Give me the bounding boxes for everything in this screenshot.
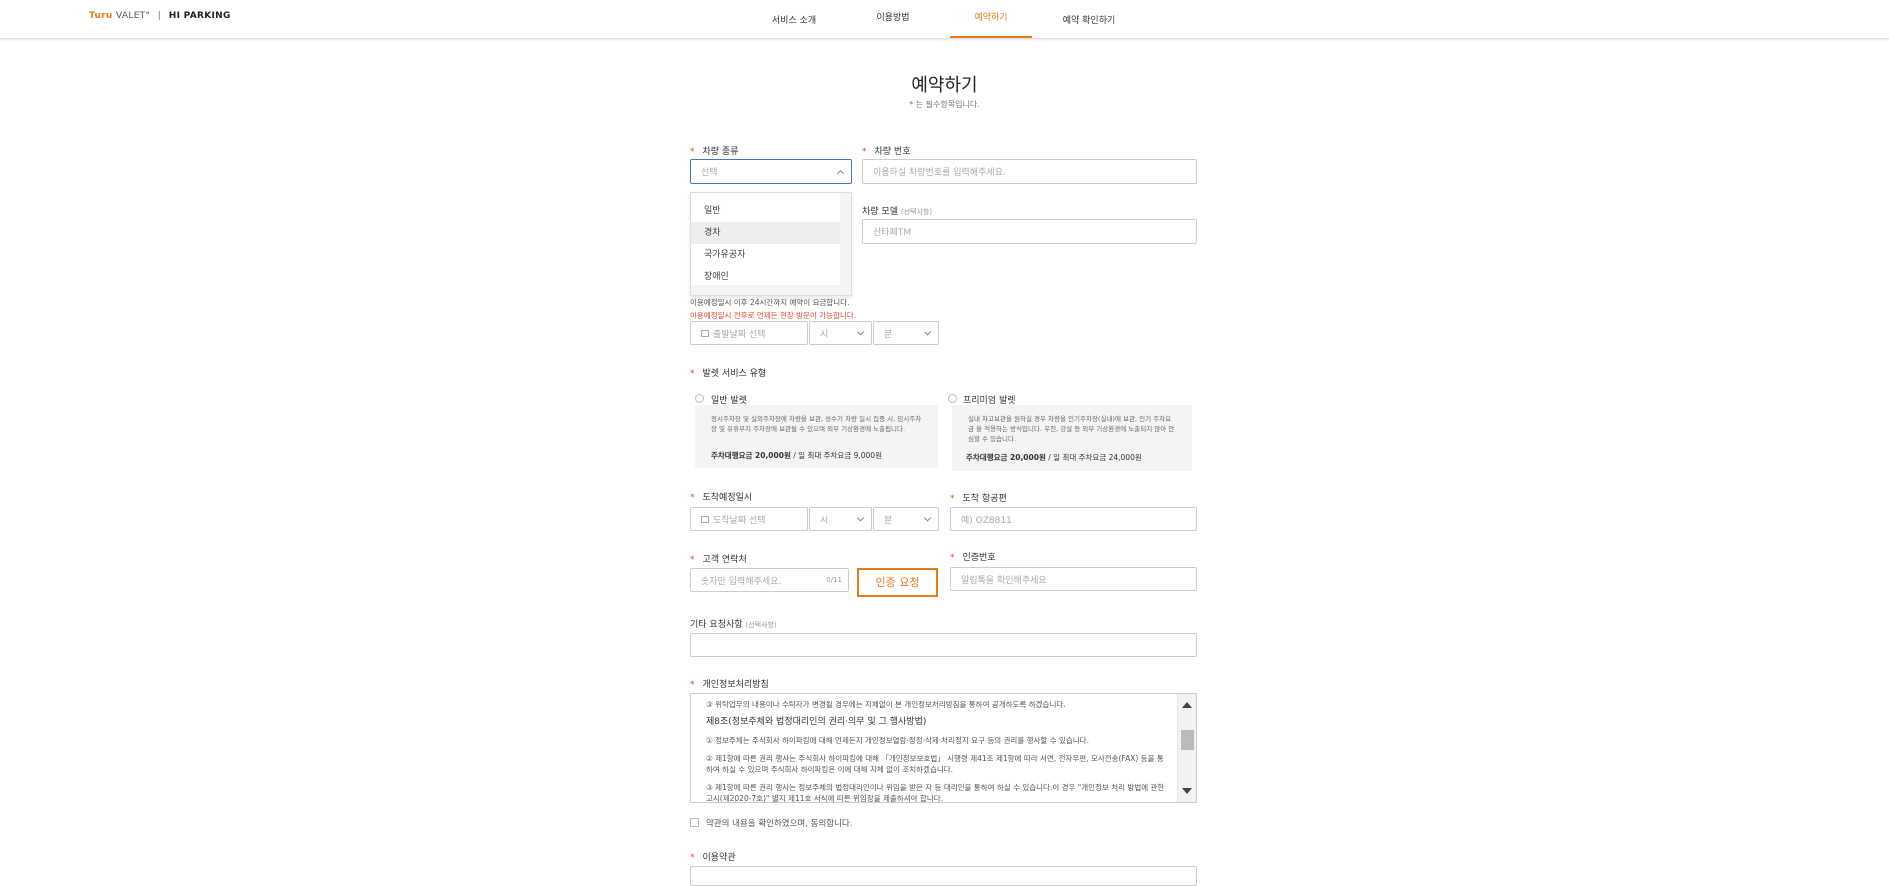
nav-check-reservation[interactable]: 예약 확인하기	[1048, 0, 1130, 38]
terms-box[interactable]	[690, 866, 1197, 886]
vehicle-type-select[interactable]: 선택	[690, 159, 852, 184]
privacy-label: * 개인정보처리방침	[690, 680, 769, 690]
departure-warning: 이용예정일시 전후로 언제든 현장 방문이 가능합니다.	[690, 311, 857, 320]
chevron-down-icon	[856, 328, 865, 336]
premium-valet-price: 주차대행요금 20,000원 / 일 최대 주차요금 24,000원	[966, 453, 1142, 462]
request-input[interactable]	[690, 633, 1197, 657]
departure-minute-select[interactable]: 분	[873, 321, 939, 345]
chevron-down-icon	[856, 514, 865, 522]
logo[interactable]: Turu VALET° | HI PARKING	[89, 11, 231, 21]
arrival-date-input[interactable]: 도착날짜 선택	[690, 507, 808, 531]
general-valet-radio[interactable]	[695, 394, 704, 403]
valet-service-label: * 발렛 서비스 유형	[690, 369, 767, 379]
chevron-down-icon	[923, 328, 932, 336]
nav-reservation[interactable]: 예약하기	[950, 0, 1032, 38]
auth-code-input[interactable]: 알림톡을 확인해주세요	[950, 567, 1197, 591]
arrival-hour-select[interactable]: 시	[809, 507, 872, 531]
vehicle-number-input[interactable]: 이용하실 차량번호를 입력해주세요.	[862, 159, 1197, 184]
chevron-down-icon	[923, 514, 932, 522]
vehicle-type-label: * 차량 종류	[690, 147, 739, 157]
chevron-up-icon	[836, 169, 845, 177]
dropdown-scrollbar[interactable]	[840, 193, 851, 295]
policy-scrollbar[interactable]	[1177, 694, 1196, 802]
option-compact[interactable]: 경차	[691, 222, 851, 244]
auth-request-button[interactable]: 인증 요청	[857, 568, 938, 597]
flight-label: * 도착 항공편	[950, 494, 1007, 504]
calendar-icon	[701, 515, 709, 523]
vehicle-number-label: * 차량 번호	[862, 147, 911, 157]
scroll-down-icon[interactable]	[1182, 788, 1192, 794]
header: Turu VALET° | HI PARKING 서비스 소개 이용방법 예약하…	[0, 0, 1889, 38]
contact-counter: 0/11	[826, 576, 842, 584]
option-general[interactable]: 일반	[691, 200, 851, 222]
contact-label: * 고객 연락처	[690, 555, 747, 565]
required-note: * 는 필수항목입니다.	[909, 100, 980, 109]
nav-how-to-use[interactable]: 이용방법	[853, 0, 933, 38]
vehicle-type-dropdown[interactable]: 일반 경차 국가유공자 장애인	[690, 192, 852, 296]
arrival-label: * 도착예정일시	[690, 493, 753, 503]
dropdown-horizontal-scrollbar[interactable]	[691, 285, 842, 295]
premium-valet-radio[interactable]	[948, 394, 957, 403]
general-valet-price: 주차대행요금 20,000원 / 일 최대 주차요금 9,000원	[711, 451, 882, 460]
request-label: 기타 요청사항 (선택사항)	[690, 620, 777, 630]
scroll-up-icon[interactable]	[1182, 702, 1192, 708]
departure-hour-select[interactable]: 시	[809, 321, 872, 345]
arrival-minute-select[interactable]: 분	[873, 507, 939, 531]
privacy-agree-text: 약관의 내용을 확인하였으며, 동의합니다.	[706, 819, 853, 829]
vehicle-model-label: 차량 모델 (선택사항)	[862, 207, 933, 217]
calendar-icon	[701, 329, 709, 337]
nav-service-intro[interactable]: 서비스 소개	[752, 0, 836, 38]
terms-label: * 이용약관	[690, 853, 736, 863]
departure-notice: 이용예정일시 이후 24시간까지 예약이 요금합니다.	[690, 298, 850, 307]
departure-date-input[interactable]: 출발날짜 선택	[690, 321, 808, 345]
page-title: 예약하기	[911, 75, 978, 96]
flight-input[interactable]: 예) OZ8811	[950, 507, 1197, 531]
option-veteran[interactable]: 국가유공자	[691, 244, 851, 266]
privacy-agree-checkbox[interactable]	[690, 818, 699, 827]
contact-input[interactable]: 숫자만 입력해주세요. 0/11	[690, 568, 849, 592]
privacy-policy-box[interactable]: ③ 위탁업무의 내용이나 수탁자가 변경될 경우에는 지체없이 본 개인정보처리…	[690, 693, 1197, 803]
auth-code-label: * 인증번호	[950, 553, 996, 563]
scroll-thumb[interactable]	[1181, 730, 1194, 750]
vehicle-model-input[interactable]: 산타페TM	[862, 219, 1197, 244]
